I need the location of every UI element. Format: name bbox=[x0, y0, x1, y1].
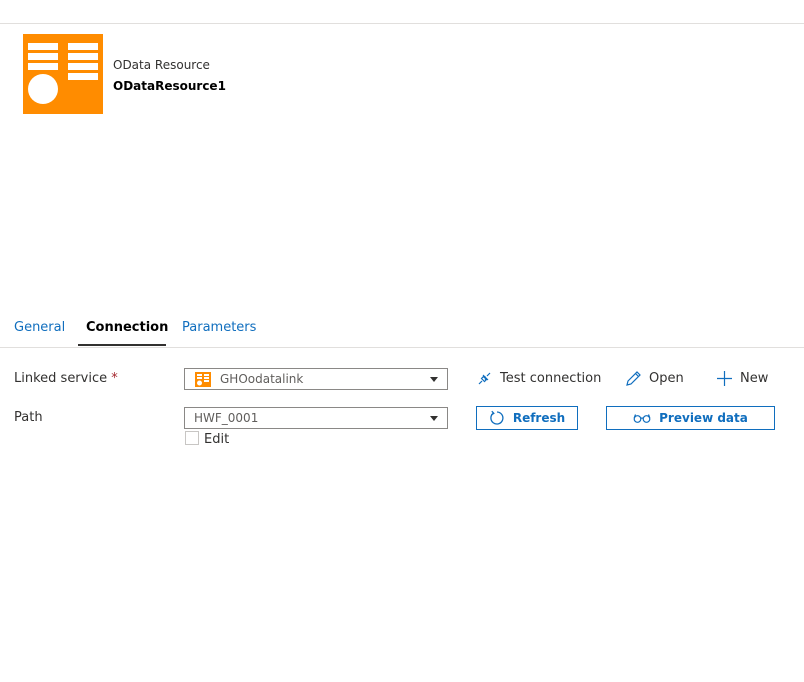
preview-data-label: Preview data bbox=[659, 411, 748, 425]
test-connection-button[interactable]: Test connection bbox=[476, 370, 601, 387]
refresh-label: Refresh bbox=[512, 411, 566, 425]
tab-general[interactable]: General bbox=[14, 318, 65, 345]
refresh-button[interactable]: Refresh bbox=[476, 406, 578, 430]
new-button[interactable]: New bbox=[716, 370, 768, 387]
odata-resource-icon bbox=[23, 34, 103, 114]
edit-checkbox-label: Edit bbox=[204, 432, 230, 447]
test-connection-label: Test connection bbox=[500, 371, 602, 386]
pencil-icon bbox=[626, 371, 641, 386]
open-button[interactable]: Open bbox=[625, 370, 684, 387]
plus-icon bbox=[717, 371, 732, 386]
resource-name: ODataResource1 bbox=[113, 79, 226, 93]
resource-type-label: OData Resource bbox=[113, 58, 210, 72]
linked-service-label: Linked service * bbox=[14, 371, 118, 386]
linked-service-select[interactable]: GHOodatalink bbox=[184, 368, 448, 390]
linked-service-label-text: Linked service bbox=[14, 371, 108, 386]
required-mark: * bbox=[111, 371, 118, 386]
chevron-down-icon bbox=[430, 416, 438, 421]
edit-checkbox[interactable] bbox=[185, 431, 199, 445]
linked-service-value: GHOodatalink bbox=[220, 372, 304, 386]
top-divider bbox=[0, 23, 804, 24]
chevron-down-icon bbox=[430, 377, 438, 382]
open-label: Open bbox=[649, 371, 684, 386]
tab-parameters[interactable]: Parameters bbox=[182, 318, 256, 345]
odata-linked-service-icon bbox=[195, 372, 211, 391]
glasses-icon bbox=[633, 414, 651, 423]
path-label: Path bbox=[14, 410, 43, 425]
tab-connection[interactable]: Connection bbox=[86, 318, 168, 345]
preview-data-button[interactable]: Preview data bbox=[606, 406, 775, 430]
path-select[interactable]: HWF_0001 bbox=[184, 407, 448, 429]
path-value: HWF_0001 bbox=[194, 411, 259, 425]
new-label: New bbox=[740, 371, 769, 386]
active-tab-indicator bbox=[78, 344, 166, 346]
refresh-icon bbox=[490, 410, 504, 425]
plug-icon bbox=[478, 372, 491, 385]
tab-bar: General Connection Parameters bbox=[0, 318, 804, 348]
